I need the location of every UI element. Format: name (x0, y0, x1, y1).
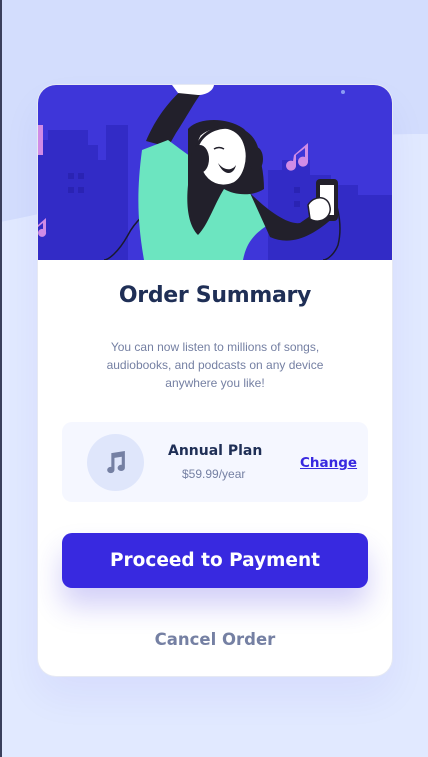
plan-name: Annual Plan (168, 443, 263, 459)
page-title: Order Summary (118, 283, 312, 308)
hero-illustration (38, 85, 392, 260)
cancel-order-button[interactable]: Cancel Order (62, 624, 368, 654)
music-note-icon (87, 434, 144, 491)
plan-price: $59.99/year (182, 467, 246, 481)
plan-summary: Annual Plan $59.99/year Change (62, 422, 368, 502)
order-description: You can now listen to millions of songs,… (106, 340, 324, 390)
order-summary-card: Order Summary You can now listen to mill… (38, 85, 392, 676)
change-plan-link[interactable]: Change (300, 455, 357, 471)
proceed-to-payment-button[interactable]: Proceed to Payment (62, 533, 368, 588)
window-edge (0, 0, 2, 757)
